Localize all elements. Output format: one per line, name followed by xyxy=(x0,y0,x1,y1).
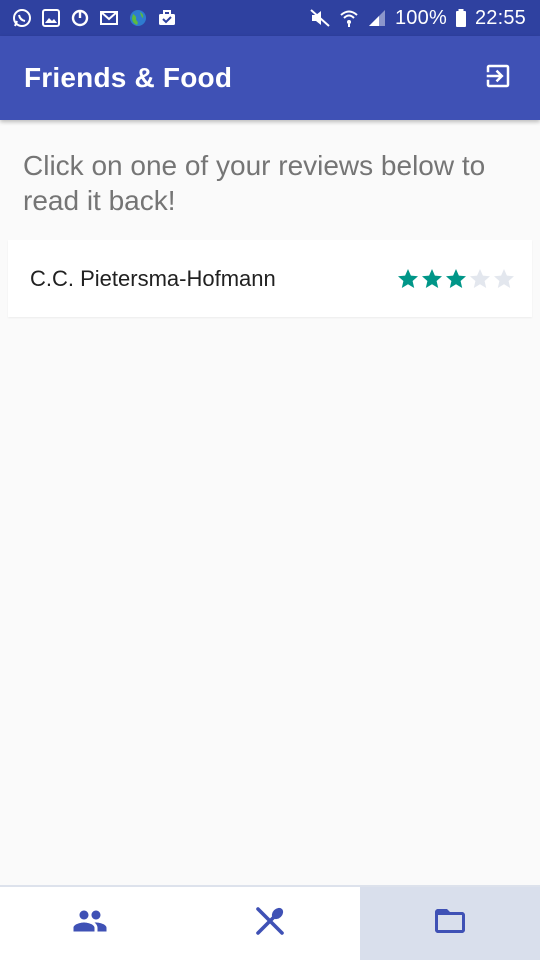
star-icon xyxy=(396,267,420,291)
notification-icons xyxy=(12,8,186,28)
review-list-item[interactable]: C.C. Pietersma-Hofmann xyxy=(8,240,532,317)
review-list-screen: Click on one of your reviews below to re… xyxy=(0,120,540,885)
nav-my-reviews[interactable] xyxy=(360,887,540,960)
nav-friends[interactable] xyxy=(0,887,180,960)
bottom-navigation xyxy=(0,885,540,960)
battery-icon xyxy=(455,8,467,28)
instructions-text: Click on one of your reviews below to re… xyxy=(23,150,486,216)
sync-icon xyxy=(70,8,90,28)
app-title: Friends & Food xyxy=(24,62,233,93)
whatsapp-icon xyxy=(12,8,32,28)
exit-to-app-icon xyxy=(483,61,513,96)
star-empty-icon xyxy=(468,267,492,291)
clock: 22:55 xyxy=(474,6,526,29)
signal-icon xyxy=(367,8,387,28)
system-status: 100% 22:55 xyxy=(301,7,526,30)
gallery-icon xyxy=(41,8,61,28)
folder-icon xyxy=(432,903,468,944)
friends-icon xyxy=(72,903,108,944)
star-icon xyxy=(420,267,444,291)
status-bar: 100% 22:55 xyxy=(0,0,540,36)
screen: 100% 22:55 Friends & Food Click on one o… xyxy=(0,0,540,960)
mute-icon xyxy=(309,8,331,28)
food-icon xyxy=(252,903,288,944)
globe-icon xyxy=(128,8,148,28)
gmail-icon xyxy=(99,8,119,28)
briefcase-icon xyxy=(157,8,177,28)
star-icon xyxy=(444,267,468,291)
rating-stars xyxy=(396,267,516,291)
review-restaurant-name: C.C. Pietersma-Hofmann xyxy=(30,265,276,291)
wifi-icon xyxy=(339,8,359,28)
logout-button[interactable] xyxy=(478,58,518,98)
app-bar: Friends & Food xyxy=(0,36,540,120)
star-empty-icon xyxy=(492,267,516,291)
nav-food[interactable] xyxy=(180,887,360,960)
battery-percentage: 100% xyxy=(394,6,447,29)
